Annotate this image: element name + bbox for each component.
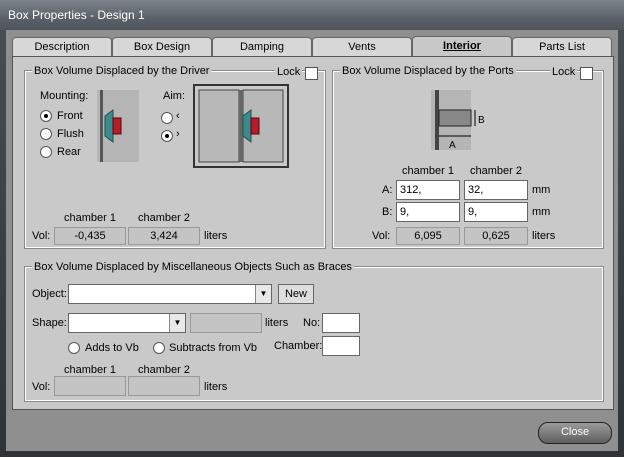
tab-damping[interactable]: Damping [212, 37, 312, 57]
shape-combo-value [69, 317, 72, 329]
tab-damping-label: Damping [239, 41, 285, 53]
chamber-input[interactable] [322, 336, 360, 356]
misc-vol-chamber1 [54, 376, 126, 396]
ports-vol-label: Vol: [372, 230, 391, 242]
port-b-label: B: [382, 206, 393, 218]
window-title: Box Properties - Design 1 [8, 8, 145, 22]
misc-vol-chamber2 [128, 376, 200, 396]
chevron-down-icon[interactable]: ▼ [255, 285, 271, 303]
aim-right-radio[interactable] [161, 130, 173, 142]
driver-volume-group: Box Volume Displaced by the Driver Lock … [24, 65, 326, 249]
ports-lock-label: Lock [550, 66, 578, 78]
shape-volume-display [190, 313, 262, 333]
port-dimension-diagram: B A [431, 90, 485, 150]
port-a-chamber2-input[interactable]: 32, [464, 180, 528, 200]
adds-to-vb-radio[interactable] [68, 342, 80, 354]
driver-vol-chamber1: -0,435 [54, 227, 126, 245]
misc-vol-label: Vol: [32, 381, 51, 393]
new-object-button[interactable]: New [278, 284, 314, 304]
chevron-down-icon[interactable]: ▼ [169, 314, 185, 332]
chamber-label: Chamber: [274, 340, 323, 352]
tab-vents[interactable]: Vents [312, 37, 412, 57]
aim-label: Aim: [163, 90, 185, 102]
close-button[interactable]: Close [538, 422, 612, 444]
misc-volume-group: Box Volume Displaced by Miscellaneous Ob… [24, 261, 604, 402]
object-combo[interactable]: ▼ [68, 284, 272, 304]
misc-vol-units: liters [204, 381, 228, 393]
tab-box-design[interactable]: Box Design [112, 37, 212, 57]
number-input[interactable] [322, 313, 360, 333]
mounting-flush-radio[interactable] [40, 128, 52, 140]
driver-vol-chamber2: 3,424 [128, 227, 200, 245]
port-b-chamber2-input[interactable]: 9, [464, 202, 528, 222]
misc-chamber2-label: chamber 2 [138, 364, 190, 376]
subtracts-from-vb-radio[interactable] [153, 342, 165, 354]
mounting-rear-label: Rear [57, 146, 81, 158]
port-a-chamber1-input[interactable]: 312, [396, 180, 460, 200]
misc-chamber1-label: chamber 1 [64, 364, 116, 376]
tab-strip: Description Box Design Damping Vents Int… [6, 36, 618, 58]
ports-vol-chamber2: 0,625 [464, 227, 528, 245]
adds-to-vb-label: Adds to Vb [85, 342, 139, 354]
port-b-chamber1-input[interactable]: 9, [396, 202, 460, 222]
box-aim-diagram [193, 84, 289, 168]
driver-vol-units: liters [204, 230, 228, 242]
port-a-label: A: [382, 184, 393, 196]
ports-lock-checkbox[interactable] [580, 67, 593, 80]
driver-lock-checkbox[interactable] [305, 67, 318, 80]
driver-mounting-diagram [97, 90, 139, 162]
box-properties-window: Box Properties - Design 1 Description Bo… [0, 0, 624, 457]
ports-group-title: Box Volume Displaced by the Ports [340, 65, 516, 77]
tab-description-label: Description [34, 41, 90, 53]
mounting-label: Mounting: [40, 90, 89, 102]
tab-interior[interactable]: Interior [412, 36, 512, 58]
driver-group-title: Box Volume Displaced by the Driver [32, 65, 212, 77]
mounting-front-radio[interactable] [40, 110, 52, 122]
number-label: No: [303, 317, 321, 329]
ports-chamber1-label: chamber 1 [402, 165, 454, 177]
object-combo-value [69, 288, 72, 300]
interior-tab-page: Box Volume Displaced by the Driver Lock … [12, 56, 614, 410]
ports-vol-units: liters [532, 230, 556, 242]
tab-parts-list[interactable]: Parts List [512, 37, 612, 57]
tab-box-design-label: Box Design [133, 41, 191, 53]
ports-chamber2-label: chamber 2 [470, 165, 522, 177]
mounting-rear-radio[interactable] [40, 146, 52, 158]
port-a-units: mm [532, 184, 551, 196]
shape-label: Shape: [32, 317, 67, 329]
tab-interior-label: Interior [443, 40, 481, 52]
tab-description[interactable]: Description [12, 37, 112, 57]
object-label: Object: [32, 288, 67, 300]
ports-vol-chamber1: 6,095 [396, 227, 460, 245]
subtracts-from-vb-label: Subtracts from Vb [169, 342, 258, 354]
port-b-units: mm [532, 206, 551, 218]
ports-volume-group: Box Volume Displaced by the Ports Lock B… [332, 65, 604, 249]
shape-combo[interactable]: ▼ [68, 313, 186, 333]
mounting-flush-label: Flush [57, 128, 84, 140]
aim-right-label: › [176, 128, 180, 140]
driver-chamber2-label: chamber 2 [138, 212, 190, 224]
tab-parts-list-label: Parts List [539, 41, 585, 53]
shape-volume-units: liters [265, 317, 289, 329]
tab-vents-label: Vents [348, 41, 376, 53]
driver-vol-label: Vol: [32, 230, 51, 242]
port-a-dim-label: A [449, 140, 456, 150]
aim-left-label: ‹ [176, 110, 180, 122]
misc-group-title: Box Volume Displaced by Miscellaneous Ob… [32, 261, 354, 273]
driver-chamber1-label: chamber 1 [64, 212, 116, 224]
driver-lock-label: Lock [275, 66, 303, 78]
mounting-front-label: Front [57, 110, 83, 122]
title-bar[interactable]: Box Properties - Design 1 [0, 0, 624, 30]
port-b-dim-label: B [478, 115, 485, 126]
aim-left-radio[interactable] [161, 112, 173, 124]
